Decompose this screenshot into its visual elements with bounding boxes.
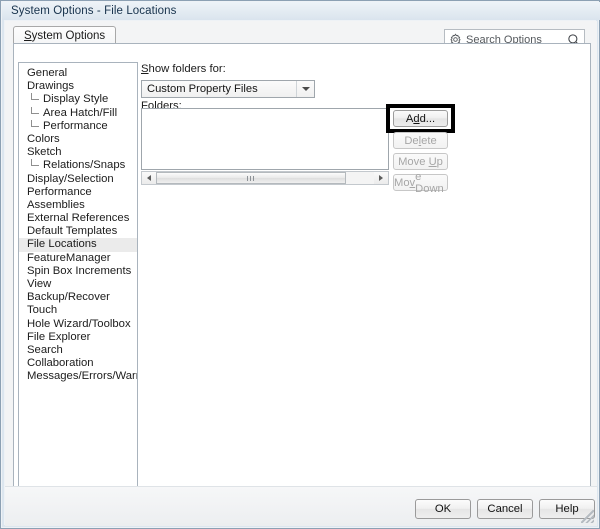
title-bar: System Options - File Locations	[2, 2, 600, 20]
dialog-window: System Options - File Locations System O…	[0, 0, 600, 529]
sidebar-item-label: Spin Box Increments	[27, 265, 131, 277]
sidebar-item-label: FeatureManager	[27, 252, 111, 264]
sidebar-item-search[interactable]: Search	[19, 344, 137, 357]
sidebar-item-label: Sketch	[27, 146, 62, 158]
movedown-label-rest: e Down	[415, 171, 447, 195]
tab-strip: System Options Search Options	[13, 25, 593, 45]
sidebar-item-label: File Locations	[27, 238, 97, 250]
tab-accel-char: S	[24, 30, 32, 42]
show-folders-label-rest: how folders for:	[149, 63, 226, 75]
delete-button[interactable]: Delete	[393, 132, 448, 149]
chevron-down-icon[interactable]	[296, 81, 314, 97]
delete-label-rest: ete	[421, 135, 437, 147]
cancel-button[interactable]: Cancel	[477, 499, 533, 519]
sidebar-item-label: External References	[27, 212, 129, 224]
folders-listbox[interactable]	[141, 108, 389, 170]
sidebar-item-display-style[interactable]: Display Style	[19, 93, 137, 106]
sidebar-item-touch[interactable]: Touch	[19, 304, 137, 317]
show-folders-label: Show folders for:	[141, 63, 226, 75]
sidebar-item-spin-box-increments[interactable]: Spin Box Increments	[19, 265, 137, 278]
sidebar-item-default-templates[interactable]: Default Templates	[19, 225, 137, 238]
sidebar-item-label: Display Style	[43, 93, 108, 105]
sidebar-item-label: Messages/Errors/Warnings	[27, 370, 138, 382]
sidebar-item-label: Colors	[27, 133, 60, 145]
window-title: System Options - File Locations	[2, 5, 176, 17]
help-button[interactable]: Help	[539, 499, 595, 519]
sidebar-item-label: File Explorer	[27, 331, 90, 343]
sidebar-item-label: Relations/Snaps	[43, 159, 125, 171]
add-label-pre: A	[406, 113, 413, 125]
sidebar-item-label: Display/Selection	[27, 173, 114, 185]
movedown-label-pre: Mo	[394, 177, 410, 189]
system-options-dialog: System Options - File Locations System O…	[0, 0, 600, 529]
moveup-accel-char: U	[429, 156, 437, 168]
moveup-label-rest: p	[437, 156, 443, 168]
sidebar-item-messages-errors-warnings[interactable]: Messages/Errors/Warnings	[19, 370, 137, 383]
sidebar-item-label: View	[27, 278, 51, 290]
sidebar-item-label: Default Templates	[27, 225, 117, 237]
scrollbar-thumb[interactable]	[156, 172, 346, 184]
sidebar-item-featuremanager[interactable]: FeatureManager	[19, 252, 137, 265]
sidebar-item-general[interactable]: General	[19, 67, 137, 80]
tab-label-rest: ystem Options	[32, 30, 106, 42]
sidebar-item-label: Area Hatch/Fill	[43, 107, 117, 119]
move-down-button[interactable]: Move Down	[393, 174, 448, 191]
dialog-body: System Options Search Options	[5, 21, 597, 526]
options-category-tree[interactable]: General Drawings Display Style Area Hatc…	[18, 62, 138, 487]
sidebar-item-label: Assemblies	[27, 199, 85, 211]
sidebar-item-performance[interactable]: Performance	[19, 186, 137, 199]
sidebar-item-relations-snaps[interactable]: Relations/Snaps	[19, 159, 137, 172]
sidebar-item-collaboration[interactable]: Collaboration	[19, 357, 137, 370]
sidebar-item-view[interactable]: View	[19, 278, 137, 291]
sidebar-item-file-locations[interactable]: File Locations	[19, 238, 137, 251]
show-folders-accel-char: S	[141, 63, 149, 75]
sidebar-item-label: Touch	[27, 304, 57, 316]
tree-branch-icon	[31, 107, 40, 120]
sidebar-item-hole-wizard-toolbox[interactable]: Hole Wizard/Toolbox	[19, 318, 137, 331]
sidebar-item-colors[interactable]: Colors	[19, 133, 137, 146]
sidebar-item-assemblies[interactable]: Assemblies	[19, 199, 137, 212]
delete-label-pre: De	[404, 135, 418, 147]
add-button[interactable]: Add...	[393, 110, 448, 127]
tree-branch-icon	[31, 159, 40, 172]
sidebar-item-label: Drawings	[27, 80, 74, 92]
sidebar-item-label: Collaboration	[27, 357, 94, 369]
scrollbar-track[interactable]	[156, 172, 374, 184]
sidebar-item-label: Performance	[43, 120, 108, 132]
sidebar-item-label: Search	[27, 344, 63, 356]
sidebar-item-label: Hole Wizard/Toolbox	[27, 318, 131, 330]
add-label-rest: d...	[420, 113, 436, 125]
sidebar-item-file-explorer[interactable]: File Explorer	[19, 331, 137, 344]
sidebar-item-area-hatch-fill[interactable]: Area Hatch/Fill	[19, 107, 137, 120]
tree-branch-icon	[31, 93, 40, 106]
sidebar-item-label: Performance	[27, 186, 92, 198]
sidebar-item-drawings-performance[interactable]: Performance	[19, 120, 137, 133]
sidebar-item-display-selection[interactable]: Display/Selection	[19, 173, 137, 186]
chevron-right-icon[interactable]	[374, 172, 388, 184]
scrollbar-grip-icon	[247, 176, 255, 181]
sidebar-item-drawings[interactable]: Drawings	[19, 80, 137, 93]
dialog-footer: OK Cancel Help	[5, 486, 597, 526]
chevron-left-icon[interactable]	[142, 172, 156, 184]
sidebar-item-label: Backup/Recover	[27, 291, 110, 303]
tree-branch-icon	[31, 120, 40, 133]
move-up-button[interactable]: Move Up	[393, 153, 448, 170]
sidebar-item-label: General	[27, 67, 67, 79]
folder-type-value: Custom Property Files	[142, 83, 296, 95]
sidebar-item-external-references[interactable]: External References	[19, 212, 137, 225]
sidebar-item-sketch[interactable]: Sketch	[19, 146, 137, 159]
moveup-label-pre: Move	[398, 156, 428, 168]
folder-type-dropdown[interactable]: Custom Property Files	[141, 80, 315, 98]
ok-button[interactable]: OK	[415, 499, 471, 519]
sidebar-item-backup-recover[interactable]: Backup/Recover	[19, 291, 137, 304]
folders-horizontal-scrollbar[interactable]	[141, 171, 389, 185]
